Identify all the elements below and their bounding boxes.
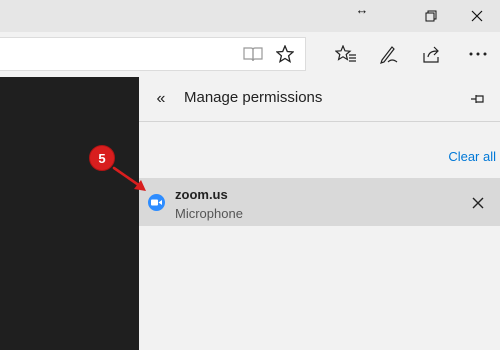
share-button[interactable] bbox=[416, 38, 448, 70]
more-button[interactable] bbox=[462, 38, 494, 70]
restore-button[interactable] bbox=[408, 0, 454, 32]
pin-icon bbox=[471, 95, 484, 103]
panel-header: « Manage permissions bbox=[139, 77, 500, 122]
clear-all-link[interactable]: Clear all bbox=[448, 149, 496, 164]
restore-icon bbox=[425, 10, 437, 22]
close-icon bbox=[471, 10, 483, 22]
permission-type: Microphone bbox=[175, 206, 243, 221]
browser-toolbar bbox=[0, 32, 500, 77]
pin-button[interactable] bbox=[468, 89, 488, 109]
back-button[interactable]: « bbox=[151, 87, 171, 111]
remove-permission-button[interactable] bbox=[468, 193, 488, 213]
more-icon bbox=[469, 52, 487, 56]
share-icon bbox=[423, 46, 439, 63]
favorite-star-icon bbox=[276, 45, 294, 63]
web-note-icon bbox=[380, 46, 398, 64]
permission-row[interactable]: zoom.us Microphone bbox=[139, 178, 500, 226]
reading-view-icon bbox=[243, 47, 263, 62]
resize-arrows-icon: ↔ bbox=[355, 2, 369, 17]
page-content-area bbox=[0, 77, 139, 350]
panel-title: Manage permissions bbox=[184, 89, 323, 106]
zoom-site-icon bbox=[148, 194, 165, 211]
annotation-arrow-icon bbox=[112, 166, 146, 191]
video-camera-icon bbox=[151, 199, 162, 206]
favorites-hub-button[interactable] bbox=[330, 38, 362, 70]
web-note-button[interactable] bbox=[373, 38, 405, 70]
add-favorite-button[interactable] bbox=[269, 38, 301, 70]
reading-view-button[interactable] bbox=[237, 38, 269, 70]
permissions-panel: « Manage permissions Clear all zoom.us M… bbox=[139, 77, 500, 350]
favorites-hub-icon bbox=[335, 45, 356, 62]
close-window-button[interactable] bbox=[454, 0, 500, 32]
close-icon bbox=[472, 197, 484, 209]
site-name: zoom.us bbox=[175, 187, 228, 202]
window-titlebar: ↔ bbox=[0, 0, 500, 32]
